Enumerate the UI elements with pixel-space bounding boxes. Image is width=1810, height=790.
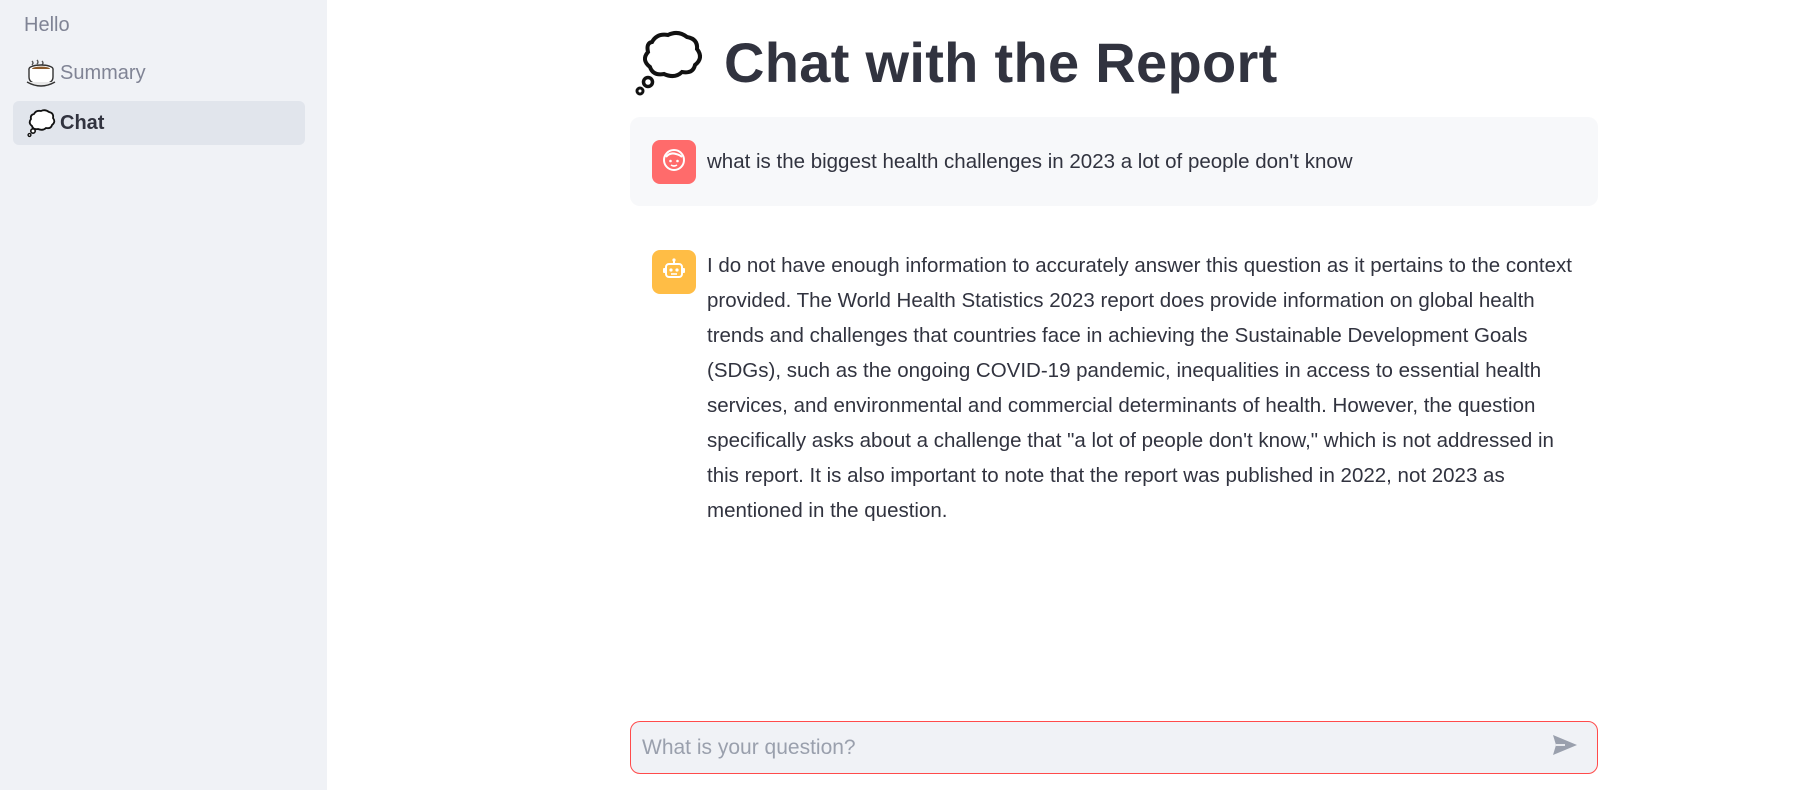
- send-icon: [1551, 733, 1579, 762]
- user-face-icon: [661, 147, 687, 178]
- chat-message-assistant: I do not have enough information to accu…: [630, 238, 1598, 538]
- sidebar-item-chat[interactable]: Chat: [13, 101, 305, 145]
- send-button[interactable]: [1545, 728, 1585, 768]
- chat-input-container: [630, 721, 1598, 774]
- message-text: what is the biggest health challenges in…: [707, 150, 1353, 173]
- sidebar-item-label: Summary: [60, 61, 146, 84]
- sidebar-item-hello[interactable]: Hello: [13, 3, 305, 47]
- user-avatar: [652, 140, 696, 184]
- page-title: Chat with the Report: [724, 30, 1278, 94]
- hot-beverage-icon: [25, 57, 57, 89]
- sidebar: Hello Summary Chat: [0, 0, 327, 790]
- sidebar-item-label: Hello: [24, 13, 70, 36]
- message-text: I do not have enough information to accu…: [707, 254, 1572, 522]
- chat-input[interactable]: [642, 727, 1545, 768]
- thought-bubble-icon: [634, 26, 706, 98]
- assistant-avatar: [652, 250, 696, 294]
- robot-icon: [661, 257, 687, 288]
- sidebar-item-label: Chat: [60, 111, 105, 134]
- thought-bubble-icon: [25, 107, 57, 139]
- page-header: Chat with the Report: [634, 26, 1278, 98]
- chat-message-user: what is the biggest health challenges in…: [630, 117, 1598, 206]
- sidebar-item-summary[interactable]: Summary: [13, 51, 305, 95]
